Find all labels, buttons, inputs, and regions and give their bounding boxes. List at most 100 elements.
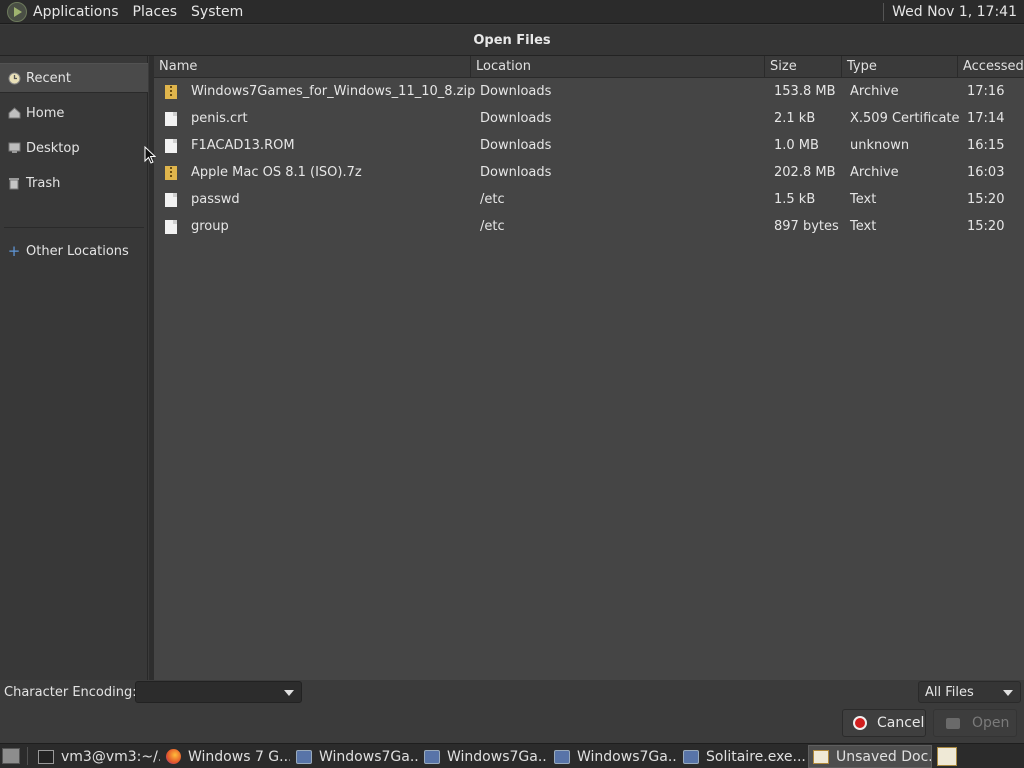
file-filter-select[interactable]: All Files (918, 681, 1021, 703)
firefox-icon (166, 749, 181, 764)
column-header-name[interactable]: Name (154, 56, 471, 78)
file-size: 202.8 MB (774, 165, 836, 180)
archive-icon (165, 84, 177, 99)
taskbar-item-label: Windows7Ga... (447, 748, 546, 765)
panel-separator (883, 2, 885, 21)
file-name: F1ACAD13.ROM (191, 138, 295, 153)
trash-icon (7, 176, 21, 190)
places-sidebar: Recent Home Desktop Trash + Other Locati… (0, 56, 148, 680)
file-location: Downloads (480, 165, 552, 180)
sidebar-item-label: Recent (26, 70, 71, 86)
sidebar-item-trash[interactable]: Trash (0, 168, 148, 198)
taskbar-item-label: Windows 7 G... (188, 748, 290, 765)
taskbar-item-label: vm3@vm3:~/... (61, 748, 160, 765)
taskbar-separator (27, 747, 28, 765)
chevron-down-icon (1003, 690, 1013, 696)
chevron-down-icon (284, 690, 294, 696)
file-accessed: 15:20 (967, 192, 1005, 207)
home-icon (7, 106, 21, 120)
places-menu[interactable]: Places (133, 4, 178, 20)
sidebar-item-other-locations[interactable]: + Other Locations (0, 236, 148, 266)
sidebar-item-label: Home (26, 105, 65, 121)
text-editor-icon (813, 749, 829, 764)
taskbar-item[interactable]: Windows7Ga... (296, 745, 418, 768)
file-type: X.509 Certificate (850, 111, 960, 126)
plus-icon: + (7, 242, 21, 260)
text-editor-tray-icon[interactable] (937, 747, 957, 766)
taskbar-item-label: Windows7Ga... (319, 748, 418, 765)
file-accessed: 17:14 (967, 111, 1005, 126)
table-row[interactable]: penis.crt Downloads 2.1 kB X.509 Certifi… (154, 105, 1024, 132)
file-icon (165, 192, 177, 207)
open-button-label: Open (972, 715, 1010, 731)
file-accessed: 16:03 (967, 165, 1005, 180)
file-location: Downloads (480, 111, 552, 126)
open-files-dialog: Open Files Recent Home Desktop Trash + O… (0, 25, 1024, 743)
file-name: group (191, 219, 229, 234)
clock[interactable]: Wed Nov 1, 17:41 (892, 4, 1017, 20)
top-panel: Applications Places System Wed Nov 1, 17… (0, 0, 1024, 24)
column-header-accessed[interactable]: Accessed (958, 56, 1024, 78)
cancel-button-label: Cancel (877, 715, 925, 731)
menu-logo-icon[interactable] (7, 1, 27, 22)
taskbar-item-label: Windows7Ga... (577, 748, 676, 765)
file-size: 153.8 MB (774, 84, 836, 99)
sidebar-item-label: Other Locations (26, 243, 129, 259)
file-size: 1.5 kB (774, 192, 816, 207)
taskbar-item[interactable]: Windows7Ga... (554, 745, 676, 768)
file-name: Apple Mac OS 8.1 (ISO).7z (191, 165, 362, 180)
file-icon (165, 111, 177, 126)
wine-icon (296, 749, 312, 764)
taskbar-item-label: Unsaved Doc... (836, 748, 932, 765)
file-type: Text (850, 192, 877, 207)
file-accessed: 15:20 (967, 219, 1005, 234)
table-row[interactable]: Apple Mac OS 8.1 (ISO).7z Downloads 202.… (154, 159, 1024, 186)
file-location: /etc (480, 192, 505, 207)
table-row[interactable]: group /etc 897 bytes Text 15:20 (154, 213, 1024, 240)
taskbar-item[interactable]: vm3@vm3:~/... (38, 745, 160, 768)
taskbar-item-label: Solitaire.exe.... (706, 748, 805, 765)
sidebar-item-home[interactable]: Home (0, 98, 148, 128)
taskbar: vm3@vm3:~/... Windows 7 G... Windows7Ga.… (0, 743, 1024, 768)
sidebar-item-recent[interactable]: Recent (0, 63, 148, 93)
taskbar-item[interactable]: Windows7Ga... (424, 745, 546, 768)
show-desktop-icon[interactable] (2, 748, 20, 764)
file-icon (165, 219, 177, 234)
taskbar-item[interactable]: Solitaire.exe.... (683, 745, 805, 768)
cancel-button[interactable]: Cancel (842, 709, 926, 737)
file-accessed: 16:15 (967, 138, 1005, 153)
column-header-location[interactable]: Location (471, 56, 765, 78)
open-button[interactable]: Open (933, 709, 1017, 737)
recent-icon (7, 71, 21, 85)
sidebar-item-desktop[interactable]: Desktop (0, 133, 148, 163)
file-accessed: 17:16 (967, 84, 1005, 99)
file-list: Name Location Size Type Accessed Windows… (154, 56, 1024, 680)
table-row[interactable]: Windows7Games_for_Windows_11_10_8.zip Do… (154, 78, 1024, 105)
file-filter-value: All Files (925, 684, 974, 700)
file-location: Downloads (480, 84, 552, 99)
table-row[interactable]: passwd /etc 1.5 kB Text 15:20 (154, 186, 1024, 213)
folder-open-icon (946, 717, 960, 729)
mouse-cursor-icon (144, 146, 156, 164)
archive-icon (165, 165, 177, 180)
file-size: 897 bytes (774, 219, 839, 234)
taskbar-item[interactable]: Windows 7 G... (166, 745, 290, 768)
file-icon (165, 138, 177, 153)
file-name: Windows7Games_for_Windows_11_10_8.zip (191, 84, 476, 99)
table-row[interactable]: F1ACAD13.ROM Downloads 1.0 MB unknown 16… (154, 132, 1024, 159)
file-type: Archive (850, 165, 899, 180)
system-menu[interactable]: System (191, 4, 243, 20)
file-type: Archive (850, 84, 899, 99)
dialog-title: Open Files (0, 25, 1024, 56)
wine-icon (424, 749, 440, 764)
cancel-icon (853, 716, 867, 730)
character-encoding-label: Character Encoding: (4, 684, 137, 700)
desktop-icon (7, 141, 21, 155)
file-size: 1.0 MB (774, 138, 819, 153)
column-header-type[interactable]: Type (842, 56, 958, 78)
sidebar-separator (4, 227, 144, 228)
taskbar-item-active[interactable]: Unsaved Doc... (808, 745, 932, 768)
applications-menu[interactable]: Applications (33, 4, 119, 20)
character-encoding-select[interactable] (135, 681, 302, 703)
column-header-size[interactable]: Size (765, 56, 842, 78)
